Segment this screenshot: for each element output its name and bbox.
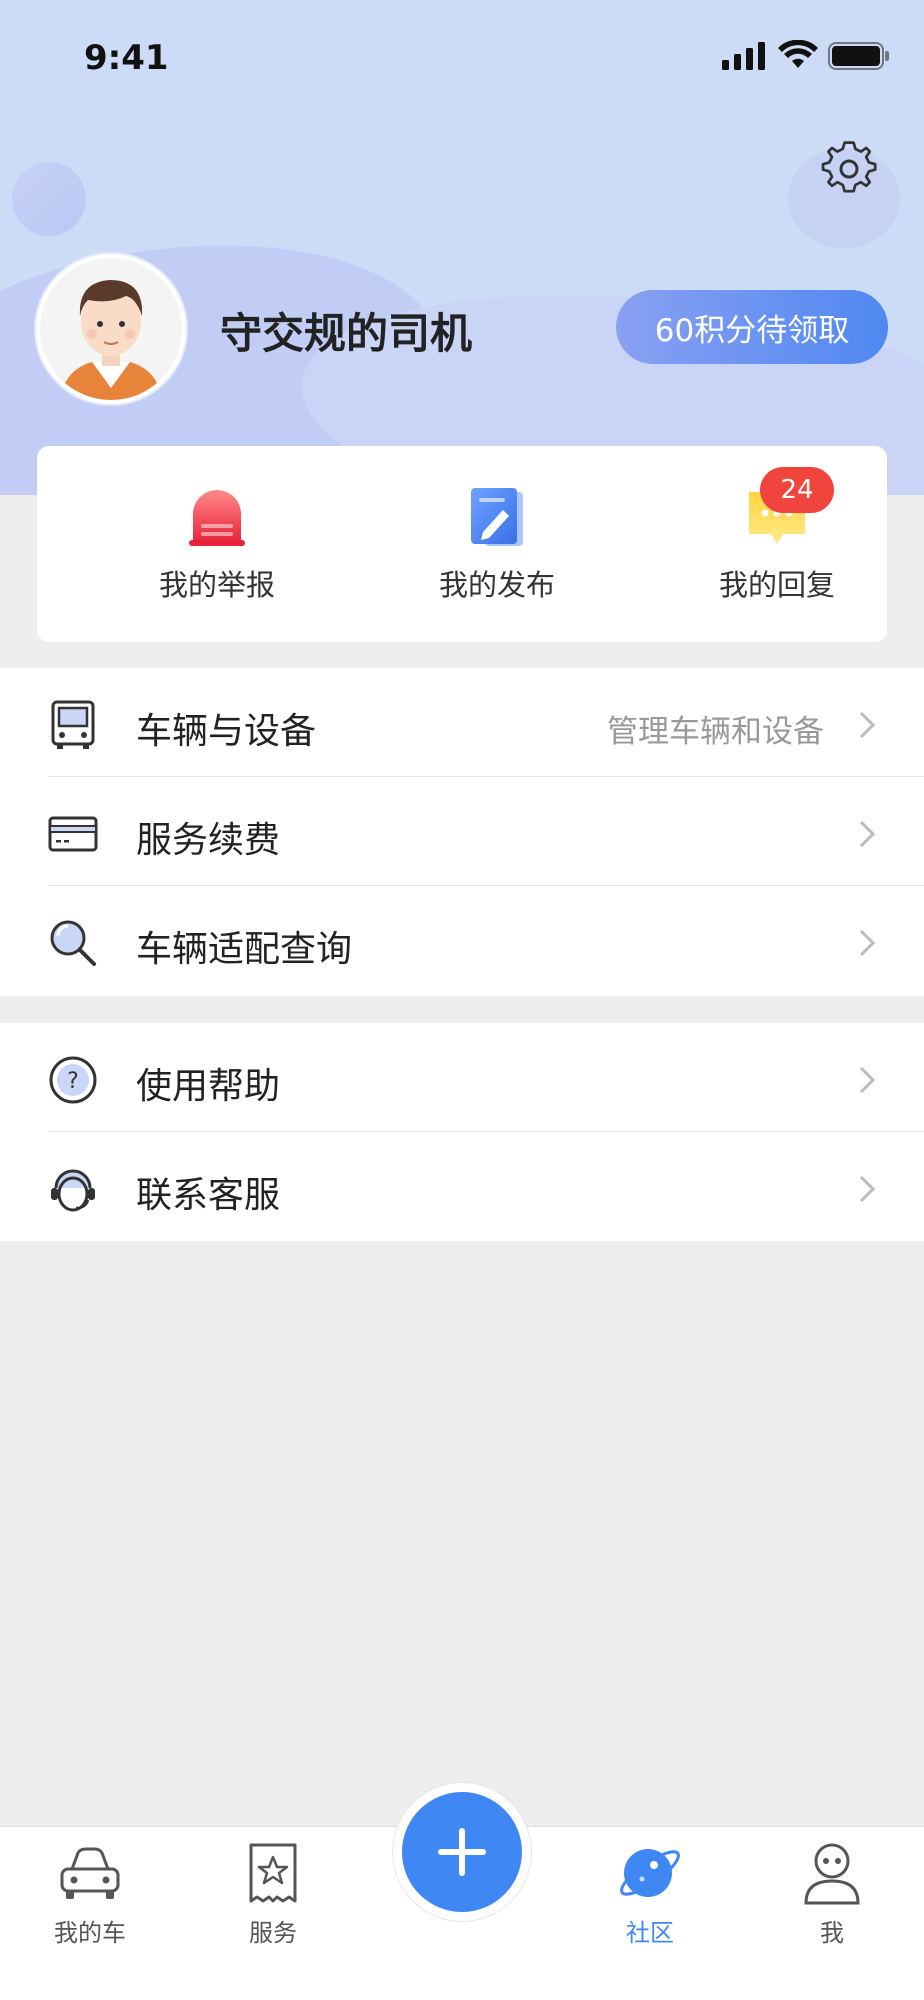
quick-action-label: 我的回复	[718, 568, 835, 602]
wifi-icon	[778, 40, 818, 68]
menu-item-label: 联系客服	[136, 1175, 281, 1216]
status-bar: 9:41	[0, 0, 924, 110]
tab-label: 我	[820, 1919, 844, 1947]
bus-icon	[51, 700, 95, 749]
service-ticket-icon	[249, 1843, 297, 1903]
alarm-light-icon	[189, 490, 245, 546]
svg-text:?: ?	[67, 1069, 79, 1094]
menu-item-service-renewal[interactable]: 服务续费	[0, 777, 924, 886]
claim-points-button[interactable]: 60积分待领取	[616, 290, 888, 364]
avatar[interactable]	[36, 254, 186, 404]
car-icon	[60, 1847, 120, 1899]
cellular-signal-icon	[722, 42, 765, 70]
quick-action-my-posts[interactable]: 我的发布	[387, 486, 607, 616]
status-time: 9:41	[84, 38, 169, 78]
tab-service[interactable]: 服务	[203, 1841, 343, 1951]
tab-me[interactable]: 我	[762, 1841, 902, 1951]
user-icon	[804, 1843, 860, 1905]
quick-action-label: 我的举报	[158, 568, 275, 602]
tab-label: 我的车	[54, 1919, 126, 1947]
chevron-right-icon	[859, 929, 876, 957]
planet-icon	[620, 1849, 680, 1897]
customer-service-icon	[51, 1169, 95, 1212]
quick-action-label: 我的发布	[438, 568, 555, 602]
tab-community[interactable]: 社区	[580, 1841, 720, 1951]
add-post-button[interactable]	[402, 1792, 522, 1912]
menu-item-label: 车辆适配查询	[136, 929, 353, 970]
edit-document-icon	[471, 488, 523, 546]
plus-icon	[438, 1828, 486, 1876]
card-icon	[48, 816, 98, 852]
avatar-illustration	[40, 258, 182, 400]
chevron-right-icon	[859, 1066, 876, 1094]
chevron-right-icon	[859, 1175, 876, 1203]
menu-group-vehicle: 车辆与设备 管理车辆和设备 服务续费 车辆适配查询	[0, 668, 924, 996]
settings-gear-icon[interactable]	[820, 140, 878, 198]
reply-count-badge: 24	[760, 467, 834, 513]
menu-item-customer-service[interactable]: 联系客服	[0, 1132, 924, 1241]
menu-item-label: 车辆与设备	[136, 711, 317, 752]
chevron-right-icon	[859, 820, 876, 848]
quick-action-my-reports[interactable]: 我的举报	[107, 486, 327, 616]
tab-label: 服务	[249, 1919, 297, 1947]
menu-item-label: 服务续费	[136, 820, 281, 861]
menu-group-support: ? 使用帮助 联系客服	[0, 1023, 924, 1241]
menu-item-help[interactable]: ? 使用帮助	[0, 1023, 924, 1132]
menu-item-vehicle-compatibility[interactable]: 车辆适配查询	[0, 886, 924, 995]
quick-actions-card: 我的举报 我的发布 我的回复	[37, 446, 887, 642]
menu-item-label: 使用帮助	[136, 1066, 281, 1107]
magnifier-icon	[50, 920, 96, 966]
battery-icon	[828, 42, 889, 70]
menu-item-vehicles-devices[interactable]: 车辆与设备 管理车辆和设备	[0, 668, 924, 777]
help-icon: ?	[49, 1056, 97, 1104]
decorative-circle	[12, 162, 86, 236]
chevron-right-icon	[859, 711, 876, 739]
menu-item-hint: 管理车辆和设备	[607, 714, 824, 750]
username: 守交规的司机	[220, 309, 473, 358]
tab-my-car[interactable]: 我的车	[20, 1841, 160, 1951]
tab-label: 社区	[626, 1919, 674, 1947]
